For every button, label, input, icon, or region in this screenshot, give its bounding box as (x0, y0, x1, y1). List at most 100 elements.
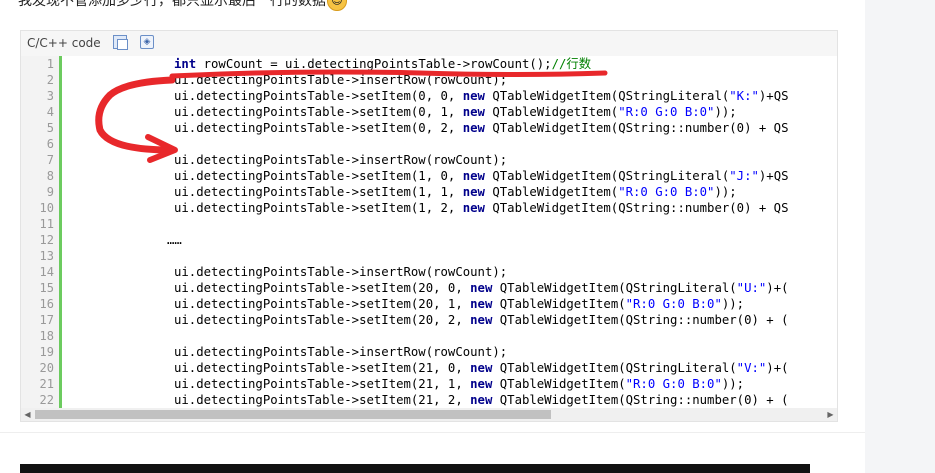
code-area[interactable]: 1 2 3 4 5 6 7 8 9 10 11 12 13 14 15 16 1… (21, 56, 837, 408)
code-line: ui.detectingPointsTable->setItem(1, 1, n… (174, 184, 737, 200)
code-header: C/C++ code (27, 31, 101, 55)
code-text: ui.detectingPointsTable->setItem(1, 0, (174, 169, 463, 183)
code-string: "R:0 G:0 B:0" (618, 185, 715, 199)
code-text: ui.detectingPointsTable->setItem(21, 2, (174, 393, 471, 407)
line-number: 9 (46, 185, 54, 199)
code-text: ui.detectingPointsTable->insertRow(rowCo… (174, 153, 508, 167)
code-line: …… (167, 232, 182, 248)
line-number: 16 (39, 297, 54, 311)
code-text: ui.detectingPointsTable->setItem(20, 0, (174, 281, 471, 295)
code-line: ui.detectingPointsTable->insertRow(rowCo… (174, 72, 507, 88)
code-keyword: new (470, 281, 493, 295)
code-text: ui.detectingPointsTable->setItem(0, 2, (174, 121, 463, 135)
code-keyword: new (462, 121, 485, 135)
code-text: ui.detectingPointsTable->setItem(0, 0, (174, 89, 463, 103)
code-text: QTableWidgetItem(QStringLiteral( (492, 281, 737, 295)
code-text: ui.detectingPointsTable->insertRow(rowCo… (174, 265, 508, 279)
code-line: ui.detectingPointsTable->insertRow(rowCo… (174, 152, 507, 168)
scroll-left-arrow-icon[interactable]: ◀ (21, 408, 34, 421)
line-number: 21 (39, 377, 54, 391)
code-line: int rowCount = ui.detectingPointsTable->… (174, 56, 591, 72)
code-text: )); (721, 297, 745, 311)
code-text: )+( (766, 361, 789, 375)
line-number: 6 (46, 137, 54, 151)
code-block: C/C++ code ◈ 1 2 3 4 5 6 7 8 9 10 11 12 … (20, 30, 838, 422)
code-text: ui.detectingPointsTable->setItem(20, 1, (174, 297, 471, 311)
code-keyword: new (462, 169, 485, 183)
line-number: 1 (46, 57, 54, 71)
line-number: 8 (46, 169, 54, 183)
code-text: )); (714, 105, 737, 119)
code-keyword: new (462, 105, 485, 119)
code-text: QTableWidgetItem( (492, 377, 626, 391)
code-keyword: new (470, 377, 493, 391)
code-text: QTableWidgetItem( (484, 105, 619, 119)
code-text: ui.detectingPointsTable->setItem(21, 0, (174, 361, 471, 375)
code-text: QTableWidgetItem(QStringLiteral( (492, 361, 737, 375)
post-intro-text: 我发现不管添加多少行，都只显示最后一行的数据 ☺ (18, 0, 347, 11)
language-label: C/C++ code (27, 36, 101, 50)
code-text: ui.detectingPointsTable->setItem(1, 2, (174, 201, 463, 215)
embarrassed-emoji-icon: ☺ (327, 0, 347, 11)
code-keyword: new (470, 393, 493, 407)
line-number: 19 (39, 345, 54, 359)
code-text: QTableWidgetItem(QString::number(0) + QS (484, 121, 789, 135)
code-line: ui.detectingPointsTable->setItem(21, 0, … (174, 360, 789, 376)
code-text: QTableWidgetItem(QString::number(0) + ( (492, 393, 789, 407)
line-number: 3 (46, 89, 54, 103)
code-text: ui.detectingPointsTable->setItem(20, 2, (174, 313, 471, 327)
ellipsis-text: …… (167, 233, 182, 247)
line-number: 13 (39, 249, 54, 263)
code-text: )); (714, 185, 737, 199)
line-number: 18 (39, 329, 54, 343)
right-margin-panel (865, 0, 935, 473)
line-number: 11 (39, 217, 54, 231)
line-number: 12 (39, 233, 54, 247)
code-line: ui.detectingPointsTable->insertRow(rowCo… (174, 344, 507, 360)
code-line: ui.detectingPointsTable->setItem(21, 1, … (174, 376, 744, 392)
code-line: ui.detectingPointsTable->setItem(20, 0, … (174, 280, 789, 296)
line-number: 5 (46, 121, 54, 135)
code-text: QTableWidgetItem(QStringLiteral( (484, 89, 730, 103)
horizontal-scrollbar[interactable]: ◀ ▶ (21, 408, 837, 421)
code-text: )+( (766, 281, 789, 295)
code-line: ui.detectingPointsTable->setItem(0, 2, n… (174, 120, 789, 136)
code-string: "R:0 G:0 B:0" (618, 105, 715, 119)
scroll-right-arrow-icon[interactable]: ▶ (824, 408, 837, 421)
code-text: ui.detectingPointsTable->insertRow(rowCo… (174, 73, 508, 87)
code-string: "V:" (736, 361, 767, 375)
code-comment: //行数 (551, 57, 591, 71)
next-content-block (20, 464, 810, 473)
code-keyword: new (470, 361, 493, 375)
line-number: 4 (46, 105, 54, 119)
code-text: ui.detectingPointsTable->insertRow(rowCo… (174, 345, 508, 359)
code-string: "R:0 G:0 B:0" (625, 297, 722, 311)
line-number: 2 (46, 73, 54, 87)
code-text: QTableWidgetItem(QString::number(0) + QS (484, 201, 789, 215)
code-text: QTableWidgetItem(QString::number(0) + ( (492, 313, 789, 327)
code-line: ui.detectingPointsTable->setItem(21, 2, … (174, 392, 789, 408)
section-divider (0, 432, 865, 433)
intro-text: 我发现不管添加多少行，都只显示最后一行的数据 (18, 0, 326, 9)
line-number: 17 (39, 313, 54, 327)
code-text: )); (721, 377, 745, 391)
code-text: ui.detectingPointsTable->setItem(21, 1, (174, 377, 471, 391)
view-source-icon[interactable]: ◈ (140, 35, 154, 49)
code-text: QTableWidgetItem( (484, 185, 619, 199)
code-line: ui.detectingPointsTable->setItem(1, 2, n… (174, 200, 789, 216)
code-text: ui.detectingPointsTable->setItem(0, 1, (174, 105, 463, 119)
line-number: 7 (46, 153, 54, 167)
code-line: ui.detectingPointsTable->setItem(20, 2, … (174, 312, 789, 328)
code-text: QTableWidgetItem( (492, 297, 626, 311)
code-text: )+QS (758, 169, 789, 183)
line-number: 22 (39, 393, 54, 407)
code-text: QTableWidgetItem(QStringLiteral( (484, 169, 730, 183)
copy-icon[interactable] (113, 35, 128, 50)
code-text: ui.detectingPointsTable->setItem(1, 1, (174, 185, 463, 199)
scrollbar-thumb[interactable] (35, 410, 551, 419)
code-line: ui.detectingPointsTable->setItem(0, 1, n… (174, 104, 737, 120)
code-string: "K:" (729, 89, 759, 103)
code-string: "R:0 G:0 B:0" (625, 377, 722, 391)
code-text: )+QS (758, 89, 789, 103)
code-string: "U:" (736, 281, 767, 295)
